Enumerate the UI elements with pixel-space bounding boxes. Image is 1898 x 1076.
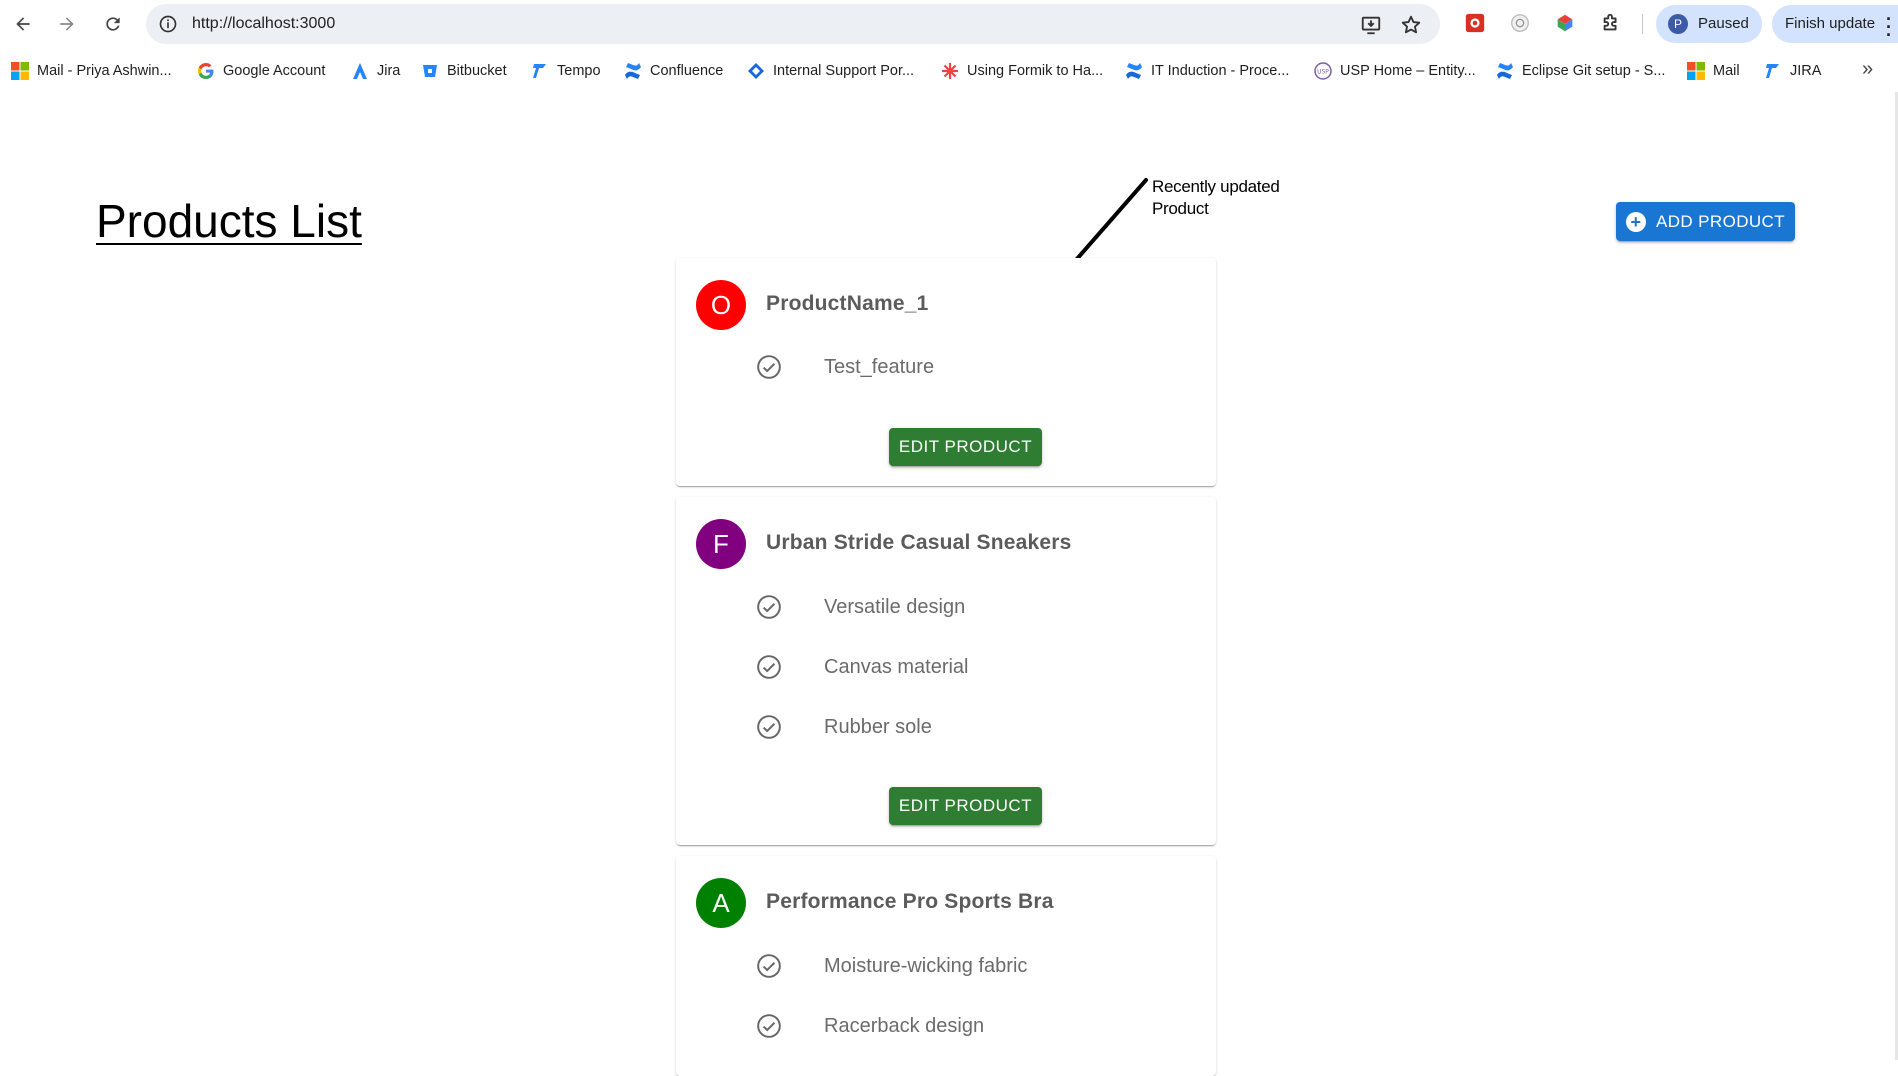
tempo-icon: [1763, 61, 1783, 81]
browser-toolbar: http://localhost:3000 P Paused Finish up…: [0, 0, 1898, 48]
check-circle-icon: [757, 954, 781, 978]
bookmark-confluence[interactable]: Confluence: [623, 60, 723, 82]
url-text[interactable]: http://localhost:3000: [192, 15, 335, 33]
product-name: Performance Pro Sports Bra: [766, 890, 1054, 913]
bookmark-it-induction[interactable]: IT Induction - Proce...: [1124, 60, 1289, 82]
bookmark-label: JIRA: [1790, 63, 1822, 79]
bookmark-formik[interactable]: Using Formik to Ha...: [940, 60, 1103, 82]
bookmark-internal-support[interactable]: Internal Support Por...: [746, 60, 914, 82]
feature-text: Test_feature: [824, 356, 935, 378]
reload-icon: [106, 17, 120, 31]
extension-red-icon[interactable]: [1464, 12, 1486, 34]
add-product-button[interactable]: + ADD PRODUCT: [1616, 202, 1795, 241]
bookmark-label: Bitbucket: [447, 63, 507, 79]
bookmark-label: Mail - Priya Ashwin...: [37, 63, 172, 79]
annotation-pointer-line: [1074, 178, 1148, 262]
tempo-icon: [530, 61, 550, 81]
bookmark-jira-2[interactable]: JIRA: [1763, 60, 1821, 82]
jira-icon: [350, 61, 370, 81]
support-portal-icon: [746, 61, 766, 81]
bookmark-mail[interactable]: Mail: [1686, 60, 1740, 82]
bookmark-star-icon[interactable]: [1400, 14, 1422, 36]
back-button[interactable]: [8, 9, 38, 39]
feature-text: Moisture-wicking fabric: [824, 955, 1028, 977]
svg-text:USP: USP: [1317, 69, 1329, 76]
feature-item: Moisture-wicking fabric: [756, 945, 1176, 985]
extension-color-icon[interactable]: [1554, 12, 1576, 34]
bookmark-label: Tempo: [557, 63, 601, 79]
forward-button[interactable]: [52, 9, 82, 39]
bookmark-bitbucket[interactable]: Bitbucket: [420, 60, 507, 82]
feature-text: Versatile design: [824, 596, 966, 618]
add-circle-icon: +: [1625, 211, 1646, 232]
check-circle-icon: [757, 655, 781, 679]
kebab-menu-icon[interactable]: · · ·: [1886, 10, 1892, 44]
bookmark-label: IT Induction - Proce...: [1151, 63, 1290, 79]
confluence-icon: [1495, 61, 1515, 81]
bookmark-google-account[interactable]: Google Account: [196, 60, 325, 82]
product-name: ProductName_1: [766, 292, 929, 315]
microsoft-icon: [10, 61, 30, 81]
edit-product-button[interactable]: EDIT PRODUCT: [889, 787, 1042, 825]
product-card: F Urban Stride Casual Sneakers Versatile…: [676, 497, 1216, 845]
google-icon: [196, 61, 216, 81]
extension-circle-icon[interactable]: [1509, 12, 1531, 34]
feature-item: Test_feature: [756, 346, 1176, 386]
product-avatar: O: [696, 280, 746, 330]
feature-text: Rubber sole: [824, 716, 932, 738]
bookmark-label: Using Formik to Ha...: [967, 63, 1104, 79]
arrow-left-icon: [16, 17, 30, 31]
product-card: O ProductName_1 Test_feature EDIT PRODUC…: [676, 258, 1216, 486]
product-name: Urban Stride Casual Sneakers: [766, 531, 1072, 554]
feature-item: Canvas material: [756, 646, 1176, 686]
toolbar-divider: [1642, 14, 1643, 34]
check-circle-icon: [757, 1014, 781, 1038]
feature-text: Canvas material: [824, 656, 969, 678]
page-title: Products List: [96, 195, 362, 247]
bookmark-label: Google Account: [223, 63, 326, 79]
arrow-right-icon: [60, 17, 74, 31]
add-product-label: ADD PRODUCT: [1655, 211, 1786, 231]
check-circle-icon: [757, 595, 781, 619]
bookmark-label: Internal Support Por...: [773, 63, 915, 79]
bookmark-eclipse-git[interactable]: Eclipse Git setup - S...: [1495, 60, 1665, 82]
microsoft-icon: [1686, 61, 1706, 81]
bookmark-label: Jira: [377, 63, 401, 79]
bookmark-label: USP Home – Entity...: [1340, 63, 1476, 79]
bookmarks-overflow-chevron-icon[interactable]: »: [1862, 58, 1873, 81]
product-avatar: F: [696, 519, 746, 569]
reload-button[interactable]: [98, 9, 128, 39]
site-info-icon[interactable]: [158, 14, 178, 34]
confluence-icon: [623, 61, 643, 81]
bookmark-label: Mail: [1713, 63, 1740, 79]
profile-status: Paused: [1698, 15, 1749, 32]
feature-item: Rubber sole: [756, 706, 1176, 746]
check-circle-icon: [757, 715, 781, 739]
check-circle-icon: [757, 355, 781, 379]
extensions-puzzle-icon[interactable]: [1600, 12, 1622, 34]
usp-icon: USP: [1313, 61, 1333, 81]
bookmark-tempo[interactable]: Tempo: [530, 60, 601, 82]
product-card: A Performance Pro Sports Bra Moisture-wi…: [676, 856, 1216, 1076]
annotation-label: Recently updated Product: [1152, 177, 1280, 218]
product-avatar: A: [696, 878, 746, 928]
bookmark-mail-priya[interactable]: Mail - Priya Ashwin...: [10, 60, 172, 82]
bookmark-label: Eclipse Git setup - S...: [1522, 63, 1666, 79]
profile-button[interactable]: P Paused: [1656, 5, 1762, 43]
finish-update-button[interactable]: Finish update · · ·: [1772, 5, 1898, 44]
install-app-icon[interactable]: [1360, 14, 1382, 36]
bitbucket-icon: [420, 61, 440, 81]
feature-item: Racerback design: [756, 1005, 1176, 1045]
confluence-icon: [1124, 61, 1144, 81]
formik-icon: [940, 61, 960, 81]
bookmark-jira[interactable]: Jira: [350, 60, 400, 82]
finish-update-label: Finish update: [1785, 15, 1876, 32]
address-bar[interactable]: http://localhost:3000: [146, 4, 1440, 44]
feature-item: Versatile design: [756, 586, 1176, 626]
profile-avatar: P: [1668, 14, 1688, 34]
bookmark-label: Confluence: [650, 63, 724, 79]
edit-product-button[interactable]: EDIT PRODUCT: [889, 428, 1042, 466]
bookmark-usp-home[interactable]: USP USP Home – Entity...: [1313, 60, 1476, 82]
feature-text: Racerback design: [824, 1015, 985, 1037]
